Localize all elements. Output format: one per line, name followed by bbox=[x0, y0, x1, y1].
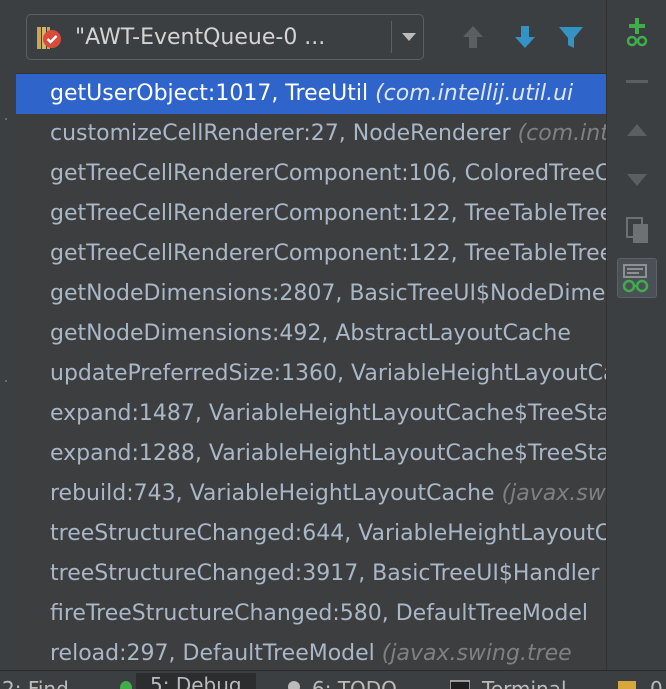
frame-method: expand:1487, VariableHeightLayoutCache$T… bbox=[50, 401, 606, 426]
stack-frame-row[interactable]: getTreeCellRendererComponent:122, TreeTa… bbox=[16, 194, 606, 234]
show-watches-toggle[interactable] bbox=[617, 258, 657, 298]
frame-method: treeStructureChanged:3917, BasicTreeUI$H… bbox=[50, 561, 600, 586]
filter-icon[interactable] bbox=[556, 22, 586, 52]
thread-label: "AWT-EventQueue-0 ... bbox=[75, 25, 326, 50]
frame-class: (com.intellij bbox=[517, 121, 606, 146]
tool-window-terminal[interactable]: Terminal bbox=[482, 677, 567, 689]
stack-frame-row[interactable]: customizeCellRenderer:27, NodeRenderer (… bbox=[16, 114, 606, 154]
frame-method: getTreeCellRendererComponent:122, TreeTa… bbox=[50, 241, 606, 266]
frame-method: getUserObject:1017, TreeUtil bbox=[50, 81, 376, 106]
frame-method: treeStructureChanged:644, VariableHeight… bbox=[50, 521, 606, 546]
frames-list[interactable]: getUserObject:1017, TreeUtil (com.intell… bbox=[16, 73, 606, 671]
stack-frame-row[interactable]: expand:1487, VariableHeightLayoutCache$T… bbox=[16, 394, 606, 434]
stack-frame-row[interactable]: treeStructureChanged:3917, BasicTreeUI$H… bbox=[16, 554, 606, 594]
stack-frame-row[interactable]: fireTreeStructureChanged:580, DefaultTre… bbox=[16, 594, 606, 634]
right-toolbar bbox=[606, 0, 666, 670]
gutter-dot bbox=[5, 380, 7, 382]
down-arrow-icon[interactable] bbox=[510, 22, 540, 52]
frame-class: (javax.swing bbox=[501, 481, 606, 506]
frame-class: (javax.swing.tree bbox=[381, 641, 572, 666]
frame-method: reload:297, DefaultTreeModel bbox=[50, 641, 382, 666]
stack-frame-row[interactable]: reload:297, DefaultTreeModel (javax.swin… bbox=[16, 634, 606, 671]
tool-window-messages[interactable]: 0 bbox=[650, 677, 663, 689]
frames-toolbar: "AWT-EventQueue-0 ... bbox=[16, 0, 606, 78]
thread-selector[interactable]: "AWT-EventQueue-0 ... bbox=[26, 14, 424, 60]
move-down-icon[interactable] bbox=[619, 162, 655, 198]
combo-separator bbox=[391, 21, 392, 53]
stack-frame-row[interactable]: getNodeDimensions:2807, BasicTreeUI$Node… bbox=[16, 274, 606, 314]
frame-method: rebuild:743, VariableHeightLayoutCache bbox=[50, 481, 502, 506]
chevron-down-icon[interactable] bbox=[399, 29, 419, 45]
tool-window-find[interactable]: 2: Find bbox=[2, 677, 69, 689]
copy-icon[interactable] bbox=[619, 212, 655, 248]
thread-suspended-icon bbox=[37, 27, 61, 49]
stack-frame-row[interactable]: getTreeCellRendererComponent:122, TreeTa… bbox=[16, 234, 606, 274]
new-watch-icon[interactable] bbox=[619, 14, 655, 50]
tool-window-debug[interactable]: 5: Debug bbox=[136, 673, 256, 689]
frame-method: customizeCellRenderer:27, NodeRenderer bbox=[50, 121, 518, 146]
left-gutter bbox=[0, 0, 17, 670]
frame-method: getNodeDimensions:492, AbstractLayoutCac… bbox=[50, 321, 571, 346]
frame-method: getTreeCellRendererComponent:122, TreeTa… bbox=[50, 201, 606, 226]
tool-window-todo[interactable]: 6: TODO bbox=[312, 677, 397, 689]
stack-frame-row[interactable]: getTreeCellRendererComponent:106, Colore… bbox=[16, 154, 606, 194]
watches-glasses-icon bbox=[622, 264, 649, 293]
frame-method: getTreeCellRendererComponent:106, Colore… bbox=[50, 161, 606, 186]
frame-method: expand:1288, VariableHeightLayoutCache$T… bbox=[50, 441, 606, 466]
gutter-dot bbox=[5, 118, 7, 120]
frame-method: fireTreeStructureChanged:580, DefaultTre… bbox=[50, 601, 588, 626]
frame-method: updatePreferredSize:1360, VariableHeight… bbox=[50, 361, 606, 386]
up-arrow-icon[interactable] bbox=[458, 22, 488, 52]
stack-frame-row[interactable]: getNodeDimensions:492, AbstractLayoutCac… bbox=[16, 314, 606, 354]
stack-frame-row[interactable]: treeStructureChanged:644, VariableHeight… bbox=[16, 514, 606, 554]
stack-frame-row[interactable]: updatePreferredSize:1360, VariableHeight… bbox=[16, 354, 606, 394]
stack-frame-row[interactable]: expand:1288, VariableHeightLayoutCache$T… bbox=[16, 434, 606, 474]
frame-method: getNodeDimensions:2807, BasicTreeUI$Node… bbox=[50, 281, 606, 306]
move-up-icon[interactable] bbox=[619, 112, 655, 148]
stack-frame-row[interactable]: rebuild:743, VariableHeightLayoutCache (… bbox=[16, 474, 606, 514]
tool-window-bar: 2: Find 5: Debug 6: TODO Terminal 0 bbox=[0, 670, 666, 689]
frame-class: (com.intellij.util.ui bbox=[375, 81, 574, 106]
remove-watch-icon[interactable] bbox=[619, 64, 655, 100]
stack-frame-row[interactable]: getUserObject:1017, TreeUtil (com.intell… bbox=[16, 74, 606, 114]
